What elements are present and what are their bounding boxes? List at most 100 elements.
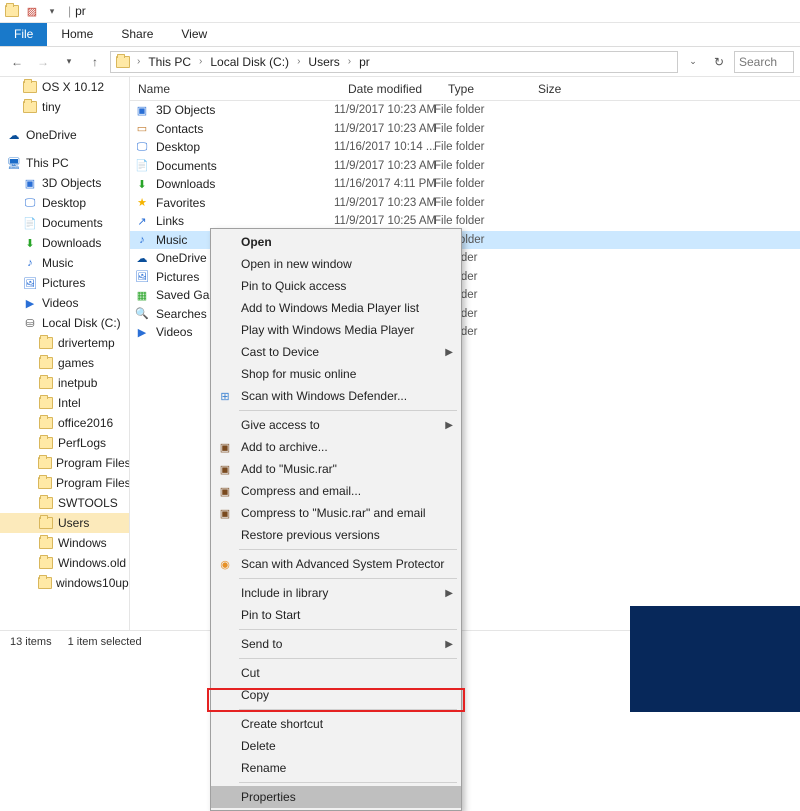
tree-node[interactable]: ⛁ Local Disk (C:): [0, 313, 129, 333]
menu-item[interactable]: Cut: [211, 662, 461, 684]
tree-node[interactable]: Windows.old: [0, 553, 129, 573]
tree-node[interactable]: games: [0, 353, 129, 373]
menu-label: Add to archive...: [241, 440, 328, 454]
address-field[interactable]: › This PC › Local Disk (C:) › Users › pr: [110, 51, 678, 73]
chevron-icon[interactable]: ›: [197, 56, 204, 67]
breadcrumb[interactable]: Users: [304, 53, 343, 71]
menu-item[interactable]: Open: [211, 231, 461, 253]
menu-item[interactable]: Pin to Quick access: [211, 275, 461, 297]
list-item[interactable]: ★Favorites11/9/2017 10:23 AMFile folder: [130, 194, 800, 213]
tree-node[interactable]: ▶Videos: [0, 293, 129, 313]
addr-dropdown[interactable]: ⌄: [682, 51, 704, 73]
menu-item[interactable]: Properties: [211, 786, 461, 808]
tree-node[interactable]: ☁OneDrive: [0, 125, 129, 145]
menu-item[interactable]: Pin to Start: [211, 604, 461, 626]
menu-separator: [239, 549, 457, 550]
tree-node[interactable]: SWTOOLS: [0, 493, 129, 513]
menu-item[interactable]: ▣Add to archive...: [211, 436, 461, 458]
list-item[interactable]: ⬇Downloads11/16/2017 4:11 PMFile folder: [130, 175, 800, 194]
tree-node[interactable]: OS X 10.12: [0, 77, 129, 97]
tree-node[interactable]: 🖵Desktop: [0, 193, 129, 213]
up-button[interactable]: ↑: [84, 51, 106, 73]
navigation-pane[interactable]: OS X 10.12 tiny ☁OneDrive 🖥This PC▣3D Objec…: [0, 77, 130, 630]
menu-item[interactable]: Include in library▶: [211, 582, 461, 604]
menu-item[interactable]: ▣Compress to "Music.rar" and email: [211, 502, 461, 524]
menu-label: Add to "Music.rar": [241, 462, 337, 476]
menu-item[interactable]: Shop for music online: [211, 363, 461, 385]
menu-separator: [239, 578, 457, 579]
menu-label: Cut: [241, 666, 260, 680]
tree-node[interactable]: tiny: [0, 97, 129, 117]
tree-node[interactable]: ▣3D Objects: [0, 173, 129, 193]
menu-label: Scan with Advanced System Protector: [241, 557, 444, 571]
menu-item[interactable]: Rename: [211, 757, 461, 779]
tree-label: Users: [58, 516, 89, 530]
desktop-icon: 🖵: [22, 195, 38, 211]
chevron-icon[interactable]: ›: [135, 56, 142, 67]
col-name[interactable]: Name: [130, 82, 340, 96]
tree-label: tiny: [42, 100, 61, 114]
tab-share[interactable]: Share: [107, 23, 167, 46]
list-item[interactable]: ▣3D Objects11/9/2017 10:23 AMFile folder: [130, 101, 800, 120]
tree-node[interactable]: Program Files: [0, 453, 129, 473]
tree-node[interactable]: office2016: [0, 413, 129, 433]
tree-node[interactable]: 🖥This PC: [0, 153, 129, 173]
list-item[interactable]: 🖵Desktop11/16/2017 10:14 ...File folder: [130, 138, 800, 157]
chevron-icon[interactable]: ›: [346, 56, 353, 67]
search-input[interactable]: Search: [734, 51, 794, 73]
refresh-button[interactable]: ↻: [708, 51, 730, 73]
menu-item[interactable]: Open in new window: [211, 253, 461, 275]
col-size[interactable]: Size: [530, 82, 590, 96]
tree-node[interactable]: inetpub: [0, 373, 129, 393]
tree-node[interactable]: 🖼Pictures: [0, 273, 129, 293]
menu-item[interactable]: Delete: [211, 735, 461, 757]
quick-access-toolbar[interactable]: ▨: [24, 3, 40, 19]
menu-item[interactable]: Cast to Device▶: [211, 341, 461, 363]
tree-node[interactable]: Program Files (: [0, 473, 129, 493]
menu-item[interactable]: ▣Compress and email...: [211, 480, 461, 502]
tree-node[interactable]: drivertemp: [0, 333, 129, 353]
menu-item[interactable]: Create shortcut: [211, 713, 461, 735]
item-type: File folder: [434, 141, 524, 153]
qat-dropdown[interactable]: ▾: [44, 3, 60, 19]
menu-item[interactable]: Send to▶: [211, 633, 461, 655]
tree-label: Local Disk (C:): [42, 316, 121, 330]
breadcrumb[interactable]: This PC: [144, 53, 195, 71]
forward-button[interactable]: →: [32, 51, 54, 73]
recent-dropdown[interactable]: ▾: [58, 51, 80, 73]
folder-icon: [38, 415, 54, 431]
menu-item[interactable]: ◉Scan with Advanced System Protector: [211, 553, 461, 575]
folder-icon: [38, 515, 54, 531]
drive-icon: ⛁: [22, 315, 38, 331]
menu-item[interactable]: Copy: [211, 684, 461, 706]
menu-item[interactable]: Give access to▶: [211, 414, 461, 436]
tree-node[interactable]: ♪Music: [0, 253, 129, 273]
tree-node[interactable]: windows10upg: [0, 573, 129, 593]
list-item[interactable]: 📄Documents11/9/2017 10:23 AMFile folder: [130, 157, 800, 176]
menu-item[interactable]: Restore previous versions: [211, 524, 461, 546]
tree-node[interactable]: Intel: [0, 393, 129, 413]
breadcrumb[interactable]: Local Disk (C:): [206, 53, 293, 71]
item-name: OneDrive: [156, 251, 207, 265]
tree-node[interactable]: 📄Documents: [0, 213, 129, 233]
breadcrumb[interactable]: pr: [355, 53, 374, 71]
menu-item[interactable]: Add to Windows Media Player list: [211, 297, 461, 319]
tab-home[interactable]: Home: [47, 23, 107, 46]
menu-item[interactable]: ⊞Scan with Windows Defender...: [211, 385, 461, 407]
back-button[interactable]: ←: [6, 51, 28, 73]
tab-file[interactable]: File: [0, 23, 47, 46]
tree-node[interactable]: Windows: [0, 533, 129, 553]
folder-icon: [38, 475, 52, 491]
tree-node[interactable]: Users: [0, 513, 129, 533]
tree-node[interactable]: ⬇Downloads: [0, 233, 129, 253]
col-date[interactable]: Date modified: [340, 82, 440, 96]
menu-item[interactable]: Play with Windows Media Player: [211, 319, 461, 341]
search-icon: 🔍: [134, 306, 150, 322]
col-type[interactable]: Type: [440, 82, 530, 96]
menu-item[interactable]: ▣Add to "Music.rar": [211, 458, 461, 480]
item-name: Downloads: [156, 177, 215, 191]
tree-node[interactable]: PerfLogs: [0, 433, 129, 453]
chevron-icon[interactable]: ›: [295, 56, 302, 67]
tab-view[interactable]: View: [167, 23, 221, 46]
list-item[interactable]: ▭Contacts11/9/2017 10:23 AMFile folder: [130, 120, 800, 139]
